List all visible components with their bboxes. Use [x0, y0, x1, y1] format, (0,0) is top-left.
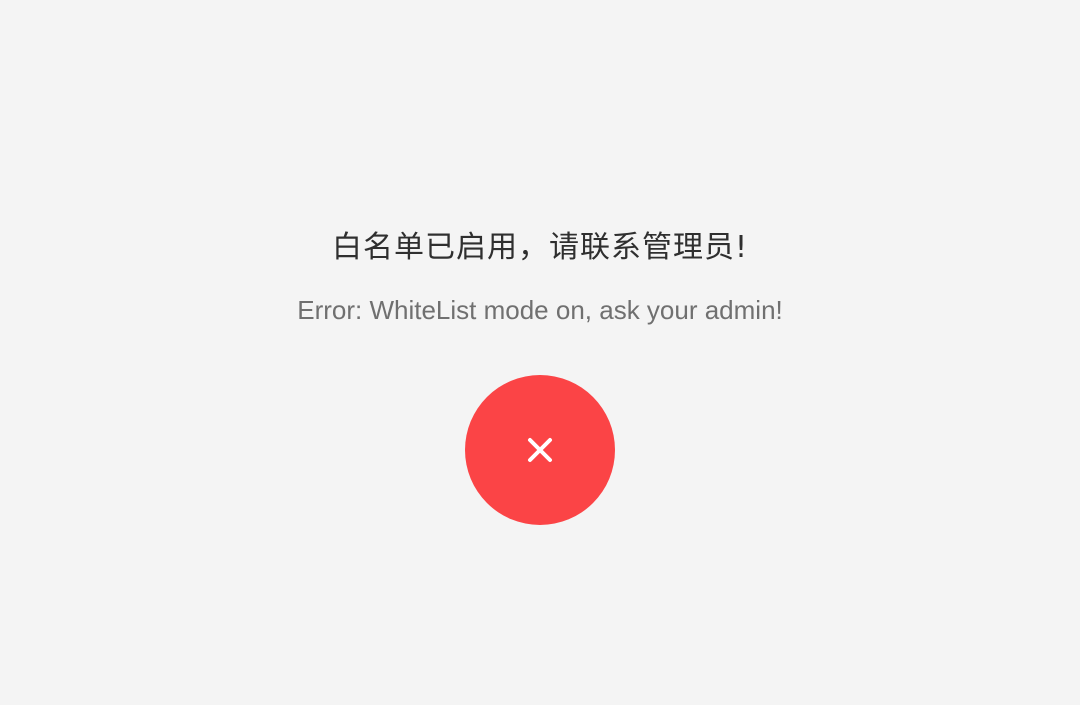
error-page: 白名单已启用，请联系管理员! Error: WhiteList mode on,… [0, 0, 1080, 705]
error-status-circle [465, 375, 615, 525]
error-title: 白名单已启用，请联系管理员! [331, 230, 749, 265]
close-icon [526, 436, 554, 464]
error-detail: Error: WhiteList mode on, ask your admin… [297, 295, 783, 325]
